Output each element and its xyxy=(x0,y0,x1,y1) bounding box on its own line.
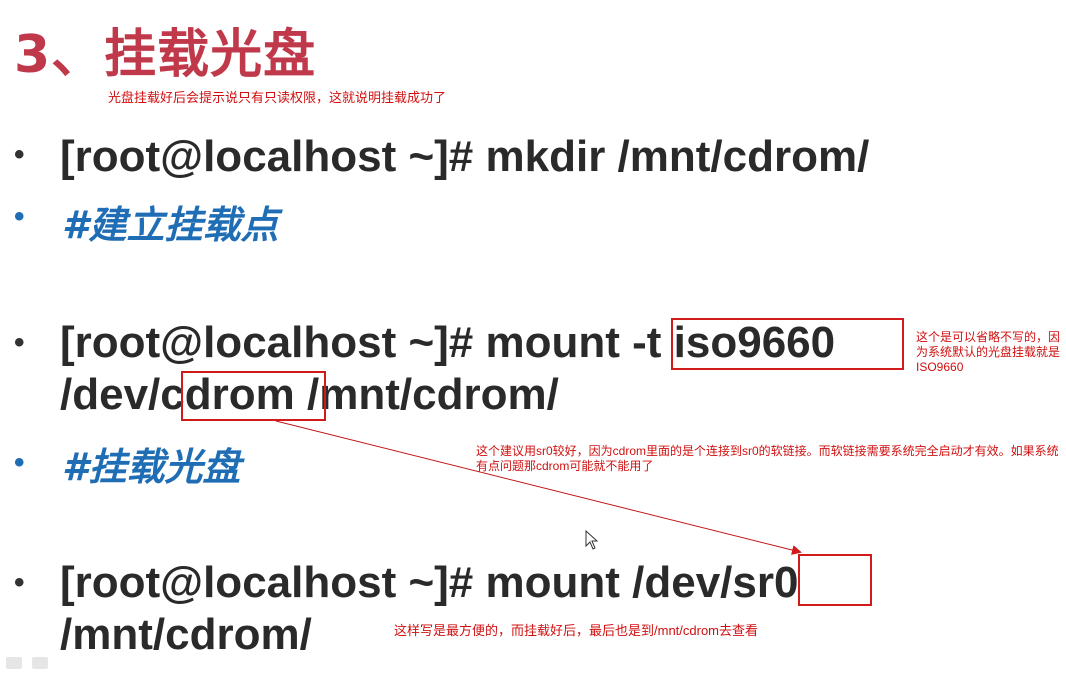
command-mount-sr0-line1: [root@localhost ~]# mount /dev/sr0 xyxy=(60,556,798,610)
command-mount-sr0-prefix: [root@localhost ~]# mount /dev/ xyxy=(60,558,733,607)
menu-icon[interactable] xyxy=(6,657,22,669)
command-device-sr0: sr0 xyxy=(732,558,799,607)
bullet: • xyxy=(14,566,25,599)
highlight-box-sr0 xyxy=(798,554,872,606)
slide-toolbar xyxy=(6,656,60,670)
mouse-cursor-icon xyxy=(585,530,599,550)
annotation-convenient-note: 这样写是最方便的，而挂载好后，最后也是到/mnt/cdrom去查看 xyxy=(394,623,759,638)
arrow-right-icon[interactable] xyxy=(32,657,48,669)
command-mount-sr0-line2: /mnt/cdrom/ xyxy=(60,610,312,659)
